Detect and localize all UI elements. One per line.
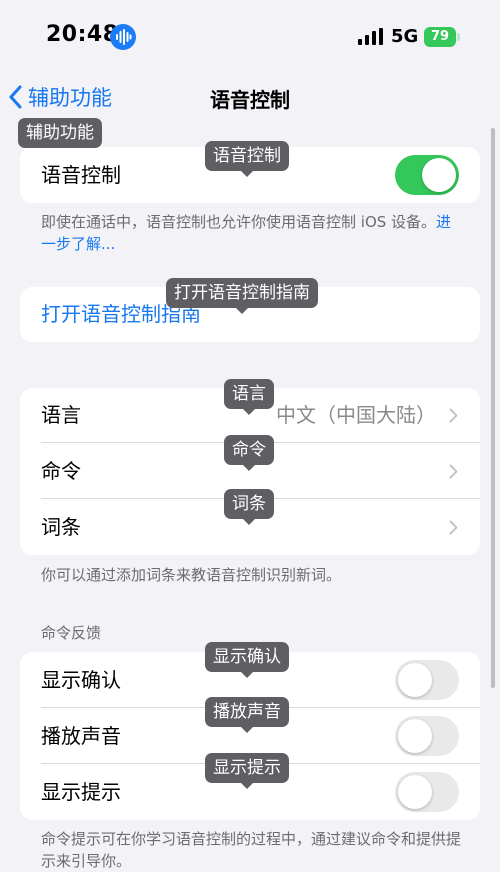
vocabulary-footnote: 你可以通过添加词条来教语音控制识别新词。 (41, 566, 342, 584)
tooltip-show-hints: 显示提示 (205, 753, 289, 789)
tooltip-voice-control: 语音控制 (205, 141, 289, 177)
show-confirmation-label: 显示确认 (41, 668, 121, 692)
tooltip-play-sound: 播放声音 (205, 697, 289, 733)
toggle-knob (398, 719, 432, 753)
cellular-signal-icon (358, 28, 384, 46)
play-sound-toggle[interactable] (395, 716, 459, 756)
play-sound-label: 播放声音 (41, 724, 121, 748)
toggle-knob (398, 775, 432, 809)
language-label: 语言 (41, 403, 81, 427)
command-feedback-header: 命令反馈 (41, 624, 102, 642)
chevron-right-icon (449, 464, 458, 479)
tooltip-show-confirmation: 显示确认 (205, 642, 289, 678)
commands-label: 命令 (41, 459, 81, 483)
tooltip-back: 辅助功能 (18, 118, 102, 148)
chevron-right-icon (449, 408, 458, 423)
tooltip-guide: 打开语音控制指南 (166, 278, 318, 314)
page-title: 语音控制 (210, 88, 290, 112)
battery-tip (457, 33, 460, 41)
show-hints-toggle[interactable] (395, 772, 459, 812)
scrollbar[interactable] (491, 128, 495, 688)
voice-control-toggle[interactable] (395, 155, 459, 195)
battery-level: 79 (430, 29, 450, 44)
voice-control-label: 语音控制 (41, 163, 121, 187)
vocabulary-label: 词条 (41, 515, 81, 539)
status-time: 20:48 (46, 22, 119, 47)
language-value: 中文（中国大陆） (276, 403, 436, 427)
battery-icon: 79 (424, 27, 456, 47)
chevron-right-icon (449, 520, 458, 535)
toggle-knob (398, 663, 432, 697)
show-confirmation-toggle[interactable] (395, 660, 459, 700)
show-hints-label: 显示提示 (41, 780, 121, 804)
command-hints-footnote: 命令提示可在你学习语音控制的过程中，通过建议命令和提供提示来引导你。 (41, 830, 462, 870)
network-type: 5G (391, 26, 419, 47)
description-text: 即使在通话中，语音控制也允许你使用语音控制 iOS 设备。 (41, 213, 437, 231)
toggle-knob (422, 158, 456, 192)
voice-control-description: 即使在通话中，语音控制也允许你使用语音控制 iOS 设备。进一步了解... (41, 211, 461, 255)
tooltip-language: 语言 (224, 379, 274, 415)
voice-control-active-icon (110, 24, 136, 50)
tooltip-commands: 命令 (224, 435, 274, 471)
tooltip-vocabulary: 词条 (224, 489, 274, 525)
